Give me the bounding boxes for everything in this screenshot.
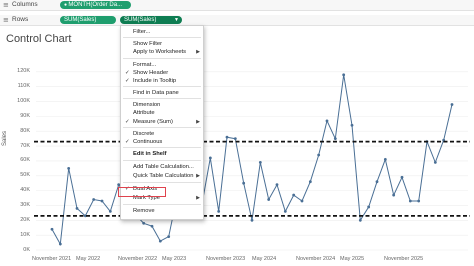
data-point[interactable] bbox=[75, 207, 79, 210]
menu-separator bbox=[123, 160, 201, 161]
sales-series-line bbox=[51, 74, 453, 246]
menu-item-label: Find in Data pane bbox=[133, 90, 179, 96]
menu-item-label: Show Filter bbox=[133, 41, 162, 47]
data-point[interactable] bbox=[367, 205, 371, 209]
data-point[interactable] bbox=[233, 137, 237, 141]
data-point[interactable] bbox=[392, 193, 396, 197]
menu-item-measure-sum[interactable]: ✓ Measure (Sum) ▶ bbox=[121, 118, 203, 126]
data-point[interactable] bbox=[250, 218, 254, 222]
checkmark-icon: ✓ bbox=[125, 78, 130, 84]
menu-item-find-in-data-pane[interactable]: Find in Data pane bbox=[121, 89, 203, 97]
checkmark-icon: ✓ bbox=[125, 119, 130, 125]
data-point[interactable] bbox=[108, 210, 112, 213]
menu-item-label: Remove bbox=[133, 208, 155, 214]
menu-item-edit-in-shelf[interactable]: Edit in Shelf bbox=[121, 150, 203, 158]
menu-item-attribute[interactable]: Attribute bbox=[121, 109, 203, 117]
menu-item-add-table-calculation[interactable]: Add Table Calculation... bbox=[121, 163, 203, 171]
menu-item-label: Format... bbox=[133, 62, 157, 68]
data-point[interactable] bbox=[217, 210, 221, 213]
data-point[interactable] bbox=[300, 199, 304, 203]
data-point[interactable] bbox=[317, 153, 321, 157]
menu-item-label: Dimension bbox=[133, 102, 161, 108]
data-point[interactable] bbox=[333, 137, 337, 141]
data-point[interactable] bbox=[358, 218, 362, 222]
menu-item-label: Measure (Sum) bbox=[133, 119, 173, 125]
menu-separator bbox=[123, 86, 201, 87]
menu-separator bbox=[123, 182, 201, 183]
data-point[interactable] bbox=[308, 180, 312, 184]
menu-item-label: Discrete bbox=[133, 131, 155, 137]
checkmark-icon: ✓ bbox=[125, 139, 130, 145]
data-point[interactable] bbox=[150, 224, 154, 228]
menu-separator bbox=[123, 98, 201, 99]
menu-separator bbox=[123, 58, 201, 59]
control-chart bbox=[34, 71, 470, 251]
menu-separator bbox=[123, 127, 201, 128]
data-point[interactable] bbox=[408, 199, 412, 203]
menu-item-filter[interactable]: Filter... bbox=[121, 28, 203, 36]
menu-item-discrete[interactable]: Discrete bbox=[121, 130, 203, 138]
menu-item-include-in-tooltip[interactable]: ✓ Include in Tooltip bbox=[121, 77, 203, 85]
data-point[interactable] bbox=[342, 73, 346, 77]
menu-separator bbox=[123, 147, 201, 148]
chevron-right-icon: ▶ bbox=[196, 119, 200, 125]
data-point[interactable] bbox=[258, 161, 262, 164]
data-point[interactable] bbox=[50, 227, 54, 231]
menu-item-label: Attribute bbox=[133, 110, 155, 116]
chevron-right-icon: ▶ bbox=[196, 49, 200, 55]
menu-item-apply-to-worksheets[interactable]: Apply to Worksheets ▶ bbox=[121, 48, 203, 56]
data-point[interactable] bbox=[400, 175, 404, 179]
menu-item-continuous[interactable]: ✓ Continuous bbox=[121, 138, 203, 146]
data-point[interactable] bbox=[267, 198, 271, 201]
data-point[interactable] bbox=[58, 242, 62, 246]
menu-item-label: Show Header bbox=[133, 70, 169, 76]
menu-item-quick-table-calculation[interactable]: Quick Table Calculation ▶ bbox=[121, 172, 203, 180]
dual-axis-highlight bbox=[118, 187, 166, 197]
data-point[interactable] bbox=[158, 239, 162, 243]
chevron-right-icon: ▶ bbox=[196, 195, 200, 201]
menu-item-label: Add Table Calculation... bbox=[133, 164, 194, 170]
data-point[interactable] bbox=[142, 221, 146, 225]
data-point[interactable] bbox=[417, 199, 421, 203]
menu-item-label: Continuous bbox=[133, 139, 163, 145]
data-point[interactable] bbox=[275, 183, 279, 187]
menu-item-label: Edit in Shelf bbox=[133, 151, 167, 157]
menu-item-show-header[interactable]: ✓ Show Header bbox=[121, 69, 203, 77]
chevron-right-icon: ▶ bbox=[196, 173, 200, 179]
data-point[interactable] bbox=[292, 193, 296, 197]
data-point[interactable] bbox=[208, 156, 212, 160]
data-point[interactable] bbox=[375, 180, 379, 184]
data-point[interactable] bbox=[325, 119, 329, 123]
menu-separator bbox=[123, 37, 201, 38]
menu-item-label: Include in Tooltip bbox=[133, 78, 177, 84]
menu-item-remove[interactable]: Remove bbox=[121, 207, 203, 215]
menu-item-label: Quick Table Calculation bbox=[133, 173, 194, 179]
data-point[interactable] bbox=[350, 123, 354, 127]
data-point[interactable] bbox=[92, 198, 96, 201]
menu-item-dimension[interactable]: Dimension bbox=[121, 101, 203, 109]
menu-separator bbox=[123, 204, 201, 205]
data-point[interactable] bbox=[67, 166, 71, 170]
menu-item-label: Apply to Worksheets bbox=[133, 49, 187, 55]
data-point[interactable] bbox=[100, 199, 104, 203]
data-point[interactable] bbox=[383, 158, 387, 161]
data-point[interactable] bbox=[242, 181, 246, 185]
data-point[interactable] bbox=[225, 135, 229, 139]
menu-item-label: Filter... bbox=[133, 29, 151, 35]
checkmark-icon: ✓ bbox=[125, 70, 130, 76]
data-point[interactable] bbox=[167, 235, 171, 239]
data-point[interactable] bbox=[450, 103, 454, 106]
data-point[interactable] bbox=[283, 210, 287, 213]
menu-item-show-filter[interactable]: Show Filter bbox=[121, 40, 203, 48]
menu-item-format[interactable]: Format... bbox=[121, 61, 203, 69]
data-point[interactable] bbox=[433, 161, 437, 164]
